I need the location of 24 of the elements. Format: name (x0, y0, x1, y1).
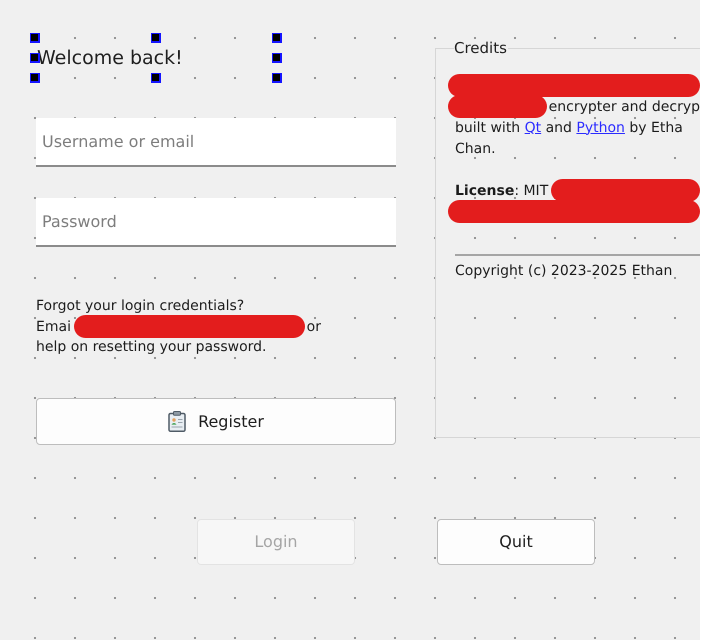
selection-handle[interactable] (272, 53, 282, 63)
help-text: help on resetting your password. (36, 339, 266, 356)
selection-handle[interactable] (272, 33, 282, 43)
credits-link[interactable]: Python (576, 120, 625, 136)
credits-text: Chan. (455, 140, 496, 156)
credits-link[interactable]: Qt (524, 120, 542, 136)
group-title: Credits (454, 38, 508, 58)
selection-handle[interactable] (151, 33, 161, 43)
credits-text: built with Qt and Python by Etha (455, 120, 683, 136)
help-text: Forgot your login credentials? (36, 298, 244, 314)
help-text: Emai (36, 318, 71, 335)
selection-handle[interactable] (30, 33, 40, 43)
copyright-text: Copyright (c) 2023-2025 Ethan (455, 262, 672, 281)
selection-handle[interactable] (272, 73, 282, 83)
help-text: or (306, 318, 321, 335)
selection-handle[interactable] (30, 73, 40, 83)
input-field[interactable]: Password (36, 198, 396, 247)
quit-button[interactable]: Quit (437, 518, 595, 564)
credits-text: License: MIT (455, 182, 548, 198)
clipboard-icon (168, 410, 186, 432)
selection-handle[interactable] (151, 73, 161, 83)
credits-text: encrypter and decryp (548, 98, 700, 114)
register-button[interactable]: Register (36, 398, 396, 444)
input-field[interactable]: Username or email (36, 118, 396, 167)
